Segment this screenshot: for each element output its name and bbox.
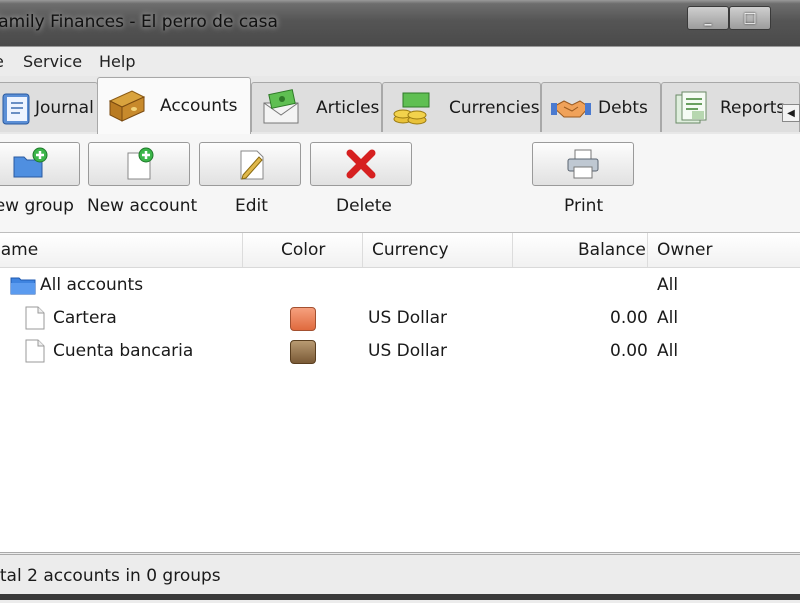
document-icon bbox=[25, 306, 45, 330]
tab-label: Currencies bbox=[449, 97, 540, 118]
menu-item-service[interactable]: Service bbox=[23, 52, 82, 71]
title-bar: Family Finances - El perro de casa _ □ bbox=[0, 0, 800, 46]
accounts-table: Name Color Currency Balance Owner All ac… bbox=[0, 232, 800, 553]
chevron-left-icon: ◀ bbox=[787, 107, 795, 119]
printer-icon bbox=[567, 149, 599, 179]
minimize-icon: _ bbox=[704, 10, 712, 26]
status-text: Total 2 accounts in 0 groups bbox=[0, 566, 221, 586]
new-group-label: New group bbox=[0, 196, 74, 216]
print-label: Print bbox=[564, 196, 604, 216]
new-document-icon bbox=[127, 147, 154, 180]
tab-label: Reports bbox=[720, 97, 786, 118]
reports-icon bbox=[675, 91, 707, 123]
row-owner: All bbox=[657, 275, 679, 295]
delete-label: Delete bbox=[336, 196, 392, 216]
column-divider bbox=[512, 233, 513, 267]
column-header-balance[interactable]: Balance bbox=[578, 240, 646, 260]
delete-button[interactable] bbox=[310, 142, 412, 186]
maximize-button[interactable]: □ bbox=[729, 6, 771, 30]
tab-scroll-left-button[interactable]: ◀ bbox=[782, 104, 800, 122]
tab-label: Debts bbox=[598, 97, 648, 118]
handshake-icon bbox=[551, 99, 591, 117]
menu-item-file-partial[interactable]: e bbox=[0, 52, 4, 71]
new-group-button[interactable] bbox=[0, 142, 80, 186]
row-name: Cartera bbox=[53, 308, 117, 328]
coins-icon bbox=[393, 92, 430, 124]
window-bottom-border bbox=[0, 594, 800, 600]
toolbar: New group New account Edit Delete Print bbox=[0, 134, 800, 232]
color-swatch bbox=[290, 307, 316, 331]
menu-bar: e Service Help bbox=[0, 46, 800, 77]
new-account-label: New account bbox=[87, 196, 198, 216]
tab-label: Articles bbox=[316, 97, 380, 118]
edit-label: Edit bbox=[235, 196, 268, 216]
print-button[interactable] bbox=[532, 142, 634, 186]
row-owner: All bbox=[657, 341, 679, 361]
tab-currencies[interactable]: Currencies bbox=[382, 82, 541, 132]
tab-accounts[interactable]: Accounts bbox=[97, 77, 251, 134]
table-row[interactable]: Cuenta bancaria US Dollar 0.00 All bbox=[0, 335, 800, 367]
column-divider bbox=[242, 233, 243, 267]
row-owner: All bbox=[657, 308, 679, 328]
pencil-icon bbox=[240, 150, 264, 180]
tab-label: Accounts bbox=[160, 96, 238, 116]
new-folder-icon bbox=[13, 147, 48, 178]
row-name: Cuenta bancaria bbox=[53, 341, 194, 361]
table-row[interactable]: Cartera US Dollar 0.00 All bbox=[0, 302, 800, 334]
maximize-icon: □ bbox=[743, 10, 757, 26]
table-row[interactable]: All accounts All bbox=[0, 269, 800, 301]
row-balance: 0.00 bbox=[610, 308, 648, 328]
tab-strip: Journal Accounts Articles Currencies Deb… bbox=[0, 76, 800, 135]
minimize-button[interactable]: _ bbox=[687, 6, 729, 30]
row-currency: US Dollar bbox=[368, 308, 447, 328]
column-header-name[interactable]: Name bbox=[0, 240, 38, 260]
tab-debts[interactable]: Debts bbox=[541, 82, 661, 132]
tab-reports[interactable]: Reports bbox=[661, 82, 800, 132]
row-balance: 0.00 bbox=[610, 341, 648, 361]
edit-button[interactable] bbox=[199, 142, 301, 186]
wallet-icon bbox=[108, 90, 146, 122]
tab-articles[interactable]: Articles bbox=[251, 82, 382, 132]
folder-icon bbox=[10, 277, 36, 295]
column-divider bbox=[647, 233, 648, 267]
column-header-currency[interactable]: Currency bbox=[372, 240, 449, 260]
delete-icon bbox=[346, 149, 376, 179]
tab-journal[interactable]: Journal bbox=[0, 82, 98, 132]
document-icon bbox=[25, 339, 45, 363]
menu-item-help[interactable]: Help bbox=[99, 52, 135, 71]
window-title: Family Finances - El perro de casa bbox=[0, 12, 278, 32]
color-swatch bbox=[290, 340, 316, 364]
column-header-color[interactable]: Color bbox=[281, 240, 325, 260]
row-currency: US Dollar bbox=[368, 341, 447, 361]
money-envelope-icon bbox=[263, 88, 299, 123]
column-divider bbox=[362, 233, 363, 267]
tab-label: Journal bbox=[35, 97, 94, 118]
column-header-owner[interactable]: Owner bbox=[657, 240, 713, 260]
row-name: All accounts bbox=[40, 275, 144, 295]
window-controls: _ □ bbox=[687, 6, 800, 30]
journal-icon bbox=[2, 93, 30, 124]
new-account-button[interactable] bbox=[88, 142, 190, 186]
table-header: Name Color Currency Balance Owner bbox=[0, 233, 800, 268]
